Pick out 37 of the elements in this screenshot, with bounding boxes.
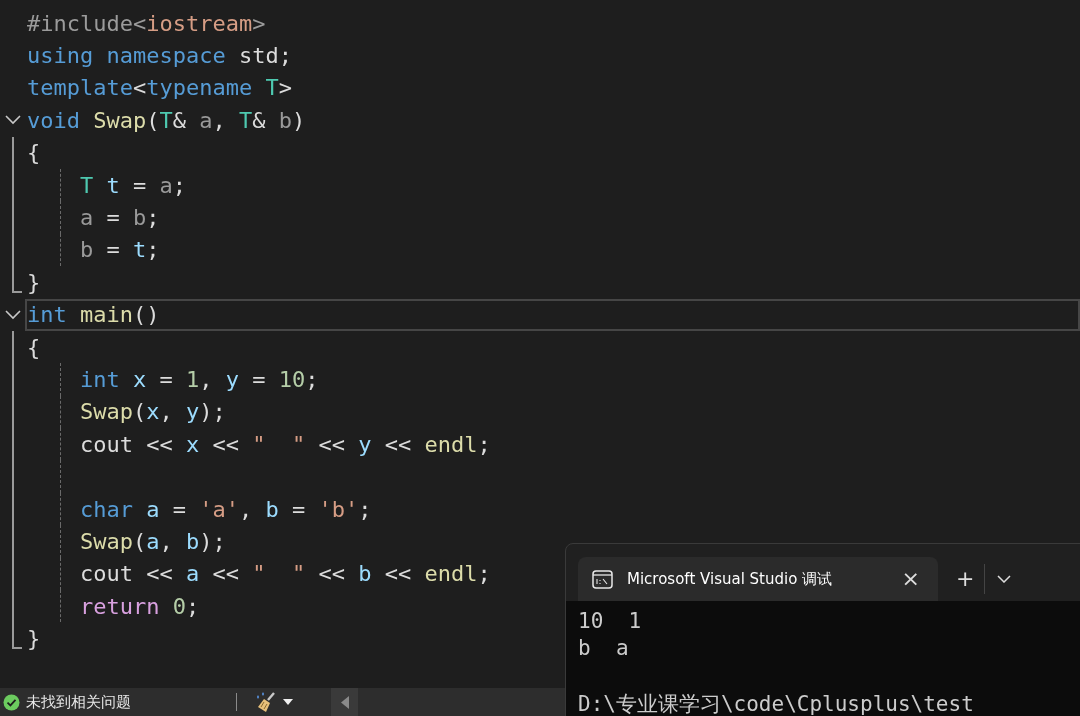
code-line: char a = 'a', b = 'b'; <box>80 496 372 522</box>
code-line: using namespace std; <box>27 43 292 69</box>
code-line: a = b; <box>80 205 160 231</box>
fold-caret-icon[interactable] <box>5 115 21 126</box>
code-line: Swap(a, b); <box>80 528 226 554</box>
console-output-line: b a <box>578 636 629 660</box>
code-line: cout << x << " " << y << endl; <box>80 431 491 457</box>
code-line: { <box>27 334 41 360</box>
code-line: void Swap(T& a, T& b) <box>27 107 306 133</box>
code-line: cout << a << " " << b << endl; <box>80 561 491 587</box>
close-tab-button[interactable]: × <box>897 568 924 590</box>
code-line: { <box>27 140 41 166</box>
check-icon <box>3 693 20 711</box>
fold-caret-icon[interactable] <box>5 309 21 320</box>
code-line: T t = a; <box>80 172 186 198</box>
console-output-line: 10 1 <box>578 609 642 633</box>
code-line: int x = 1, y = 10; <box>80 367 319 392</box>
code-line: } <box>27 626 41 652</box>
console-icon <box>592 569 613 589</box>
console-output-line: D:\专业课学习\code\Cplusplus\test <box>578 692 974 716</box>
left-arrow-icon <box>340 695 349 709</box>
dropdown-icon[interactable] <box>997 575 1012 583</box>
terminal-tab[interactable]: Microsoft Visual Studio 调试 × <box>578 557 938 601</box>
code-line: return 0; <box>80 593 200 619</box>
tab-title: Microsoft Visual Studio 调试 <box>627 569 834 589</box>
dropdown-caret-icon <box>283 699 293 705</box>
code-line: } <box>27 269 41 295</box>
status-message: 未找到相关问题 <box>26 692 132 712</box>
code-line: #include<iostream> <box>27 10 266 36</box>
code-cleanup-button[interactable] <box>255 690 293 714</box>
code-line: template<typename T> <box>27 75 292 101</box>
scroll-left-button[interactable] <box>331 688 358 716</box>
code-line: b = t; <box>80 237 160 263</box>
code-line: Swap(x, y); <box>80 399 226 425</box>
code-line: int main() <box>27 302 160 328</box>
new-tab-button[interactable]: + <box>952 568 979 590</box>
broom-icon <box>255 691 277 713</box>
